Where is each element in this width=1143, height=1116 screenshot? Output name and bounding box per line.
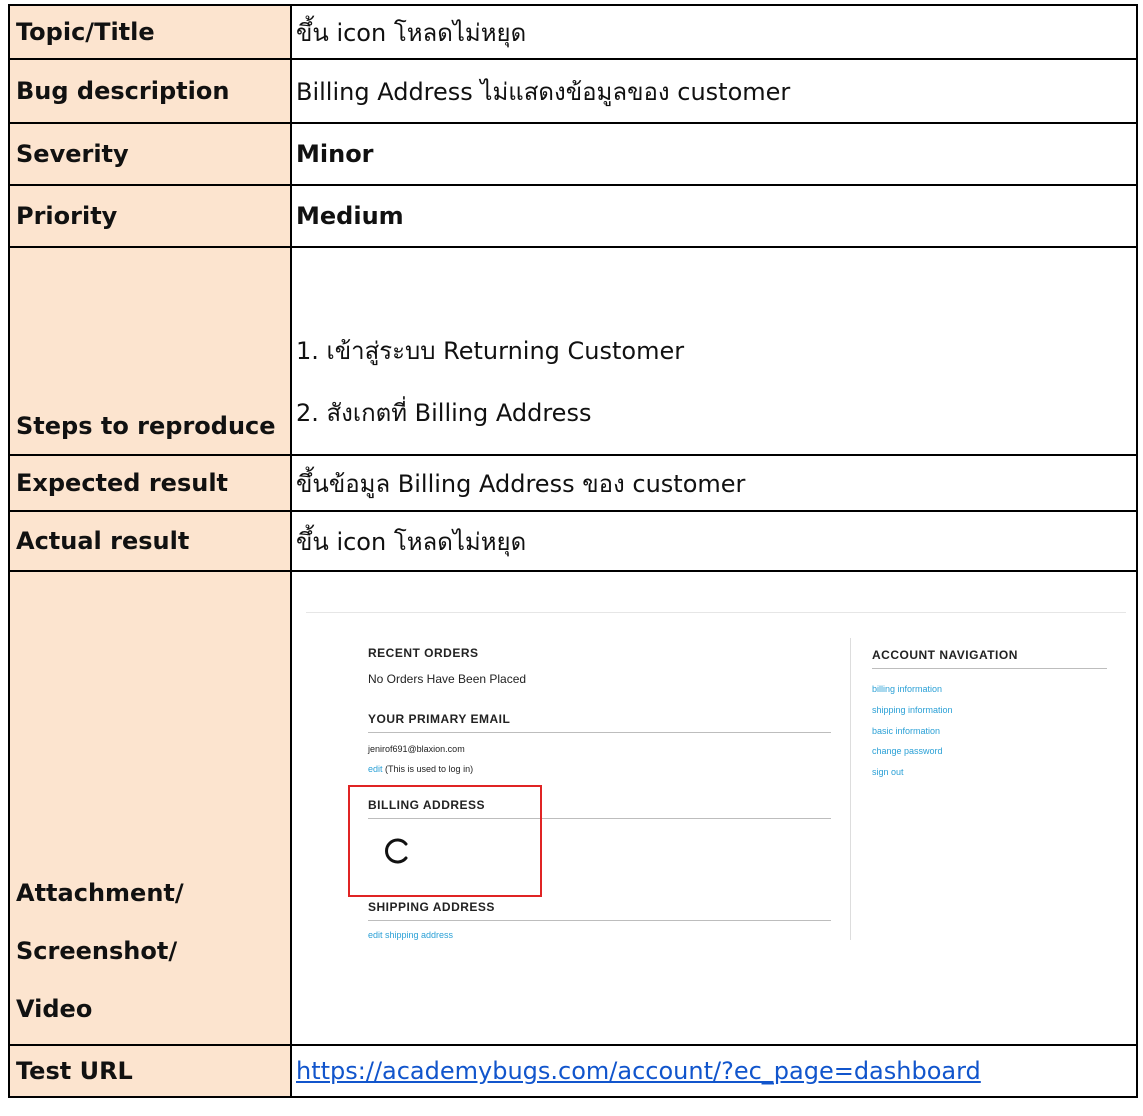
steps-value: 1. เข้าสู่ระบบ Returning Customer 2. สัง… (290, 246, 1138, 456)
priority-value: Medium (290, 184, 1138, 248)
attachment-screenshot: RECENT ORDERS No Orders Have Been Placed… (292, 572, 1128, 1006)
attachment-label-line-1: Attachment/ (16, 879, 184, 907)
bug-report-table: Topic/Title ขึ้น icon โหลดไม่หยุด Bug de… (8, 4, 1138, 1098)
shipping-address-heading: SHIPPING ADDRESS (368, 900, 495, 914)
primary-email-rule (368, 732, 831, 733)
severity-label: Severity (8, 122, 292, 186)
url-label: Test URL (8, 1044, 292, 1098)
edit-email-note: (This is used to log in) (385, 764, 474, 774)
topic-value: ขึ้น icon โหลดไม่หยุด (290, 4, 1138, 60)
column-divider (850, 638, 851, 940)
row-attachment: Attachment/ Screenshot/ Video RECENT ORD… (8, 570, 1138, 1046)
steps-label: Steps to reproduce (8, 246, 292, 456)
row-url: Test URL https://academybugs.com/account… (8, 1044, 1138, 1098)
url-cell: https://academybugs.com/account/?ec_page… (290, 1044, 1138, 1098)
row-description: Bug description Billing Address ไม่แสดงข… (8, 58, 1138, 124)
attachment-label: Attachment/ Screenshot/ Video (8, 570, 292, 1046)
severity-value: Minor (290, 122, 1138, 186)
recent-orders-heading: RECENT ORDERS (368, 646, 479, 660)
attachment-label-line-2: Screenshot/ (16, 937, 178, 965)
topic-label: Topic/Title (8, 4, 292, 60)
nav-link-sign-out[interactable]: sign out (872, 767, 904, 777)
edit-shipping-link[interactable]: edit shipping address (368, 930, 453, 940)
row-steps: Steps to reproduce 1. เข้าสู่ระบบ Return… (8, 246, 1138, 456)
row-priority: Priority Medium (8, 184, 1138, 248)
expected-label: Expected result (8, 454, 292, 512)
account-navigation-heading: ACCOUNT NAVIGATION (872, 648, 1018, 662)
shipping-address-rule (368, 920, 831, 921)
account-navigation-rule (872, 668, 1107, 669)
test-url-link[interactable]: https://academybugs.com/account/?ec_page… (296, 1057, 981, 1085)
nav-link-shipping-information[interactable]: shipping information (872, 705, 953, 715)
row-severity: Severity Minor (8, 122, 1138, 186)
edit-email-row: edit (This is used to log in) (368, 764, 473, 774)
step-2: 2. สังเกตที่ Billing Address (296, 399, 592, 427)
edit-email-link[interactable]: edit (368, 764, 383, 774)
primary-email-heading: YOUR PRIMARY EMAIL (368, 712, 511, 726)
description-label: Bug description (8, 58, 292, 124)
expected-value: ขึ้นข้อมูล Billing Address ของ customer (290, 454, 1138, 512)
no-orders-text: No Orders Have Been Placed (368, 672, 527, 686)
actual-value: ขึ้น icon โหลดไม่หยุด (290, 510, 1138, 572)
attachment-cell: RECENT ORDERS No Orders Have Been Placed… (290, 570, 1138, 1046)
nav-link-billing-information[interactable]: billing information (872, 684, 942, 694)
nav-link-basic-information[interactable]: basic information (872, 726, 940, 736)
screenshot-top-divider (306, 612, 1126, 613)
actual-label: Actual result (8, 510, 292, 572)
primary-email-value: jenirof691@blaxion.com (368, 744, 465, 754)
row-topic: Topic/Title ขึ้น icon โหลดไม่หยุด (8, 4, 1138, 60)
row-actual: Actual result ขึ้น icon โหลดไม่หยุด (8, 510, 1138, 572)
step-1: 1. เข้าสู่ระบบ Returning Customer (296, 337, 685, 365)
description-value: Billing Address ไม่แสดงข้อมูลของ custome… (290, 58, 1138, 124)
highlight-box (348, 785, 542, 897)
nav-link-change-password[interactable]: change password (872, 746, 943, 756)
row-expected: Expected result ขึ้นข้อมูล Billing Addre… (8, 454, 1138, 512)
priority-label: Priority (8, 184, 292, 248)
attachment-label-line-3: Video (16, 995, 93, 1023)
